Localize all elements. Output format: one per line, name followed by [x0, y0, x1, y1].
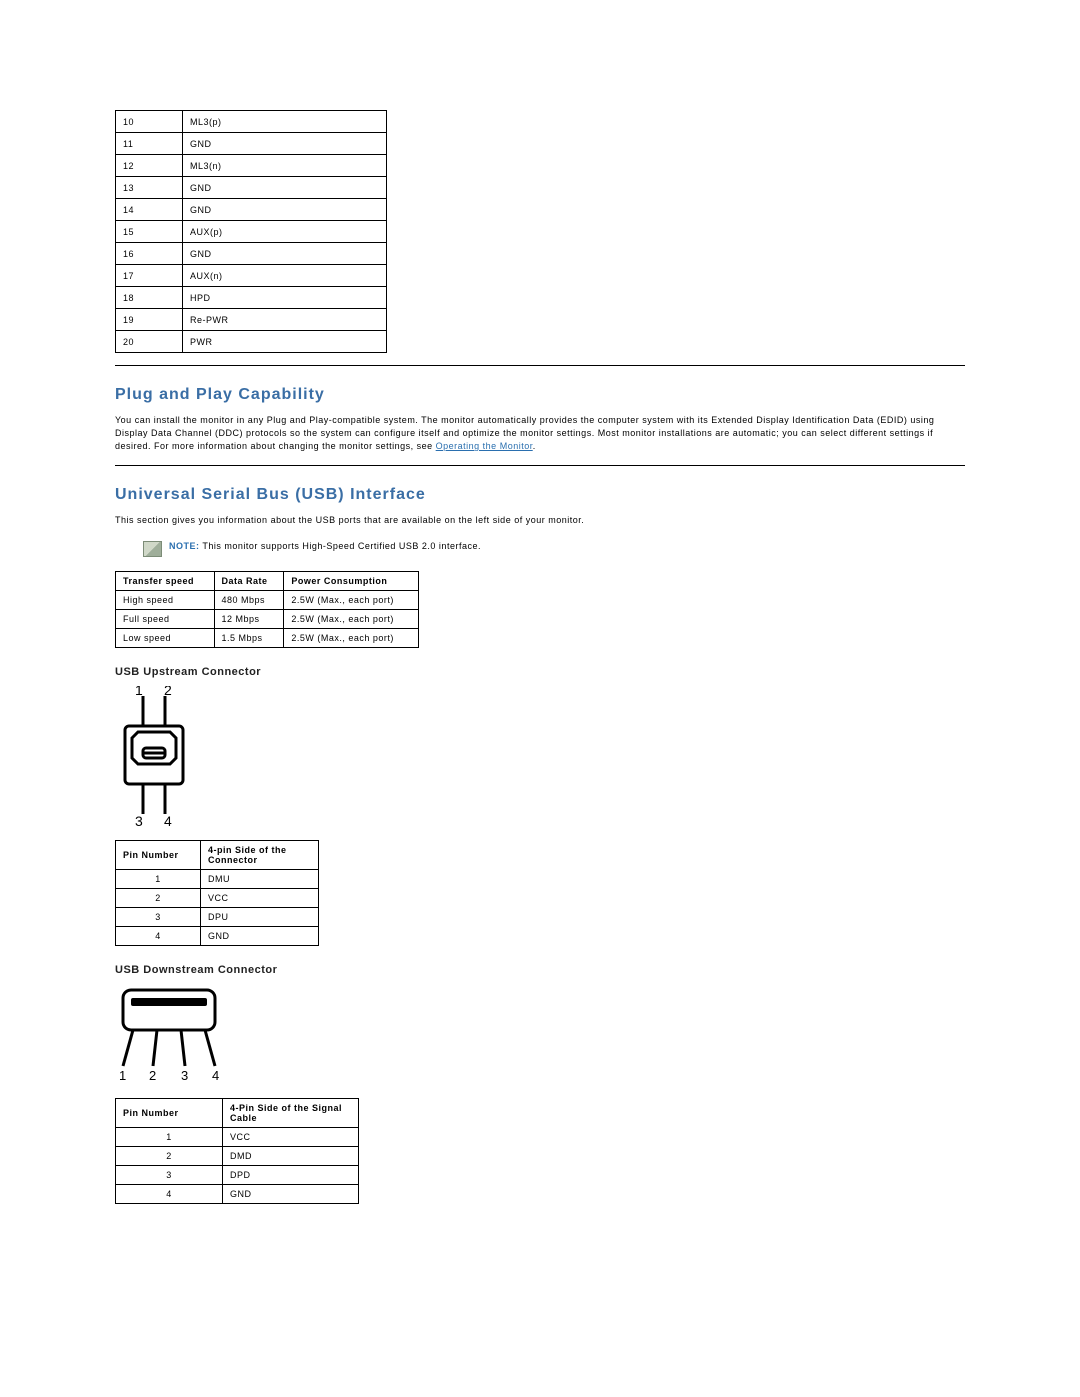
pin-assignment-table: 10ML3(p)11GND12ML3(n)13GND14GND15AUX(p)1… [115, 110, 387, 353]
col-connector-side: 4-pin Side of the Connector [201, 841, 319, 870]
svg-text:3: 3 [181, 1068, 189, 1083]
table-row: 15AUX(p) [116, 221, 387, 243]
table-row: 1DMU [116, 870, 319, 889]
col-transfer-speed: Transfer speed [116, 572, 215, 591]
table-row: 3DPD [116, 1166, 359, 1185]
table-row: 4GND [116, 927, 319, 946]
usb-downstream-figure: 1 2 3 4 [115, 984, 965, 1084]
svg-text:4: 4 [164, 813, 172, 826]
period: . [533, 441, 536, 451]
table-row: High speed480 Mbps2.5W (Max., each port) [116, 591, 419, 610]
table-row: 11GND [116, 133, 387, 155]
section-divider [115, 465, 965, 466]
note-icon [143, 541, 162, 557]
section-divider [115, 365, 965, 366]
col-pin-number: Pin Number [116, 1099, 223, 1128]
svg-text:1: 1 [119, 1068, 127, 1083]
table-row: 17AUX(n) [116, 265, 387, 287]
plug-and-play-body: You can install the monitor in any Plug … [115, 414, 965, 453]
usb-upstream-figure: 1 2 3 4 [115, 686, 965, 826]
col-pin-number: Pin Number [116, 841, 201, 870]
col-signal-cable: 4-Pin Side of the Signal Cable [223, 1099, 359, 1128]
table-row: 2VCC [116, 889, 319, 908]
usb-upstream-heading: USB Upstream Connector [115, 666, 965, 678]
svg-text:1: 1 [135, 686, 143, 698]
table-row: 2DMD [116, 1147, 359, 1166]
operating-monitor-link[interactable]: Operating the Monitor [436, 441, 533, 451]
table-row: 4GND [116, 1185, 359, 1204]
table-row: Full speed12 Mbps2.5W (Max., each port) [116, 610, 419, 629]
usb-heading: Universal Serial Bus (USB) Interface [115, 486, 965, 504]
note: NOTE: This monitor supports High-Speed C… [143, 541, 965, 557]
svg-text:4: 4 [212, 1068, 220, 1083]
svg-text:3: 3 [135, 813, 143, 826]
table-row: 20PWR [116, 331, 387, 353]
plug-and-play-heading: Plug and Play Capability [115, 386, 965, 404]
col-data-rate: Data Rate [214, 572, 284, 591]
usb-upstream-table: Pin Number 4-pin Side of the Connector 1… [115, 840, 319, 946]
table-row: 16GND [116, 243, 387, 265]
table-row: 3DPU [116, 908, 319, 927]
usb-intro: This section gives you information about… [115, 514, 965, 527]
table-row: 1VCC [116, 1128, 359, 1147]
table-row: 14GND [116, 199, 387, 221]
svg-text:2: 2 [164, 686, 172, 698]
note-body: This monitor supports High-Speed Certifi… [200, 541, 481, 551]
usb-speed-table: Transfer speed Data Rate Power Consumpti… [115, 571, 419, 648]
table-row: 19Re-PWR [116, 309, 387, 331]
table-row: 10ML3(p) [116, 111, 387, 133]
table-row: 13GND [116, 177, 387, 199]
svg-text:2: 2 [149, 1068, 157, 1083]
note-label: NOTE: [169, 541, 200, 551]
table-row: Low speed1.5 Mbps2.5W (Max., each port) [116, 629, 419, 648]
usb-downstream-table: Pin Number 4-Pin Side of the Signal Cabl… [115, 1098, 359, 1204]
table-row: 18HPD [116, 287, 387, 309]
col-power: Power Consumption [284, 572, 419, 591]
table-row: 12ML3(n) [116, 155, 387, 177]
usb-downstream-heading: USB Downstream Connector [115, 964, 965, 976]
